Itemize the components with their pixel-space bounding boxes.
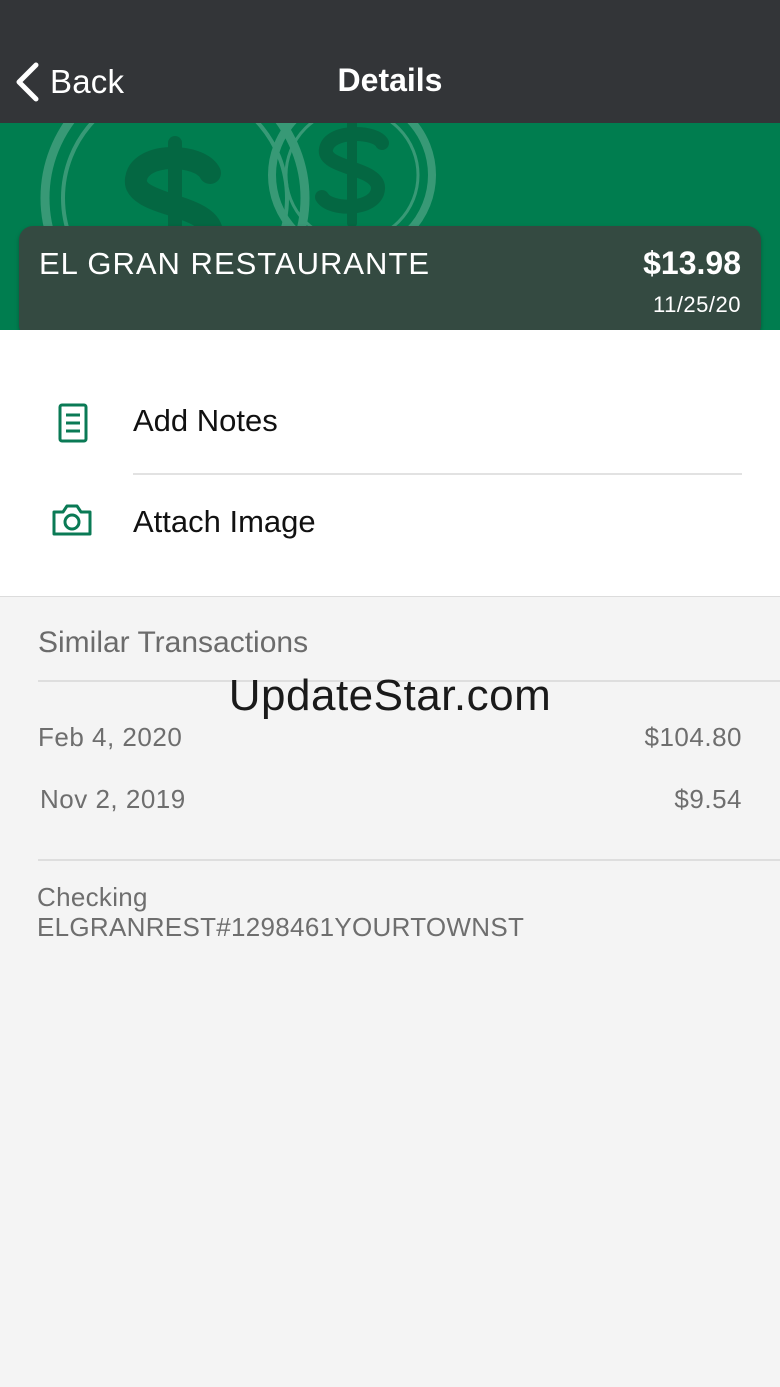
add-notes-button[interactable]: Add Notes [0,370,780,470]
camera-icon [52,504,92,536]
add-notes-label: Add Notes [133,403,278,438]
divider [133,473,742,475]
similar-transaction-row[interactable]: Feb 4, 2020 $104.80 [38,722,742,762]
account-type: Checking [37,882,148,912]
merchant-card: EL GRAN RESTAURANTE $13.98 11/25/20 [19,226,761,339]
similar-transaction-date: Nov 2, 2019 [40,784,186,814]
transaction-date: 11/25/20 [652,292,741,317]
watermark: UpdateStar.com [228,671,552,720]
transaction-description: ELGRANREST#1298461YOURTOWNST [37,912,525,942]
page-title: Details [337,62,443,98]
similar-transaction-row[interactable]: Nov 2, 2019 $9.54 [38,784,742,824]
similar-transactions-heading: Similar Transactions [38,626,309,659]
transaction-amount: $13.98 [643,245,741,281]
notes-icon [58,403,88,443]
actions-panel: Add Notes Attach Image [0,330,780,597]
navigation-bar: Back Details [0,0,780,123]
divider [38,859,780,861]
attach-image-button[interactable]: Attach Image [0,476,780,576]
similar-transaction-date: Feb 4, 2020 [38,722,183,752]
attach-image-label: Attach Image [133,504,316,539]
merchant-name: EL GRAN RESTAURANTE [39,246,431,281]
similar-transaction-amount: $9.54 [674,784,742,814]
transaction-details-screen: Back Details EL GRAN RESTAURANTE $13.98 … [0,0,780,1387]
similar-transaction-amount: $104.80 [644,722,742,752]
